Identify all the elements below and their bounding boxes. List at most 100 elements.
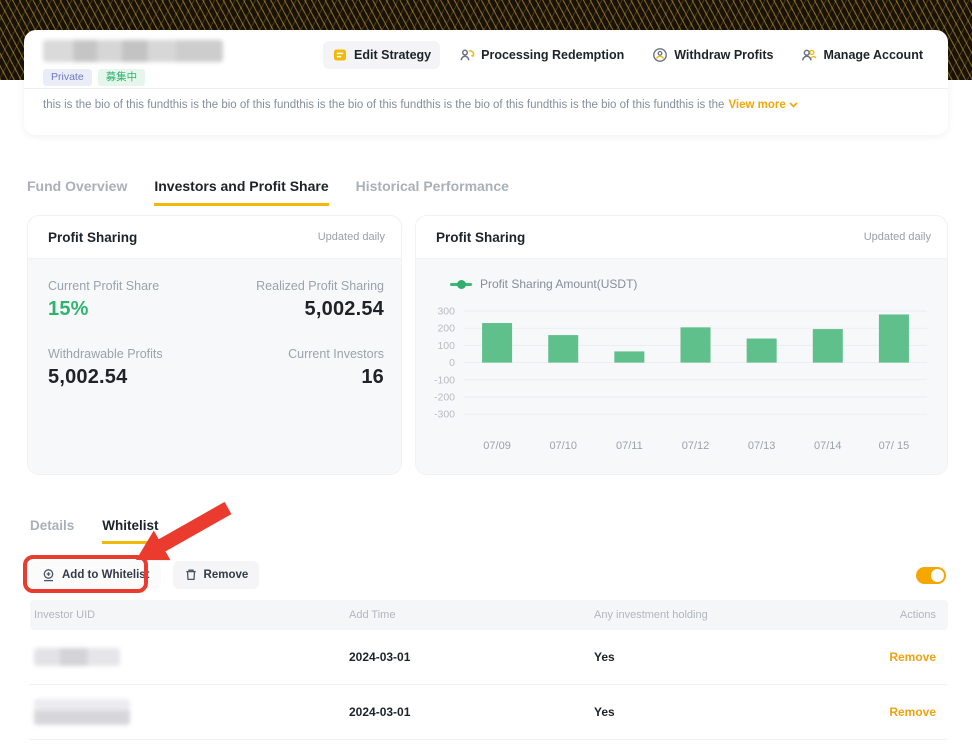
edit-strategy-label: Edit Strategy — [354, 48, 431, 62]
stats-card-body: Current Profit Share 15% Realized Profit… — [28, 258, 401, 475]
x-tick-label: 07/12 — [682, 440, 710, 452]
fund-name-redacted — [43, 40, 223, 62]
x-tick-label: 07/10 — [549, 440, 577, 452]
stat-withdrawable-profits: Withdrawable Profits 5,002.54 — [48, 347, 216, 389]
processing-redemption-button[interactable]: Processing Redemption — [450, 41, 633, 69]
profit-sharing-stats-card: Profit Sharing Updated daily Current Pro… — [27, 215, 402, 475]
y-tick-label: 300 — [437, 306, 455, 318]
y-tick-label: -300 — [434, 409, 455, 421]
holding-cell: Yes — [594, 705, 866, 719]
fund-bio-row: this is the bio of this fundthis is the … — [43, 99, 929, 111]
stats-card-updated: Updated daily — [318, 231, 385, 243]
trash-icon — [184, 568, 198, 582]
add-to-whitelist-icon — [41, 568, 56, 583]
stat-label: Current Investors — [216, 347, 384, 361]
edit-strategy-button[interactable]: Edit Strategy — [323, 41, 440, 69]
investor-uid-redacted — [34, 648, 349, 666]
remove-button-label: Remove — [204, 569, 249, 581]
add-time-cell: 2024-03-01 — [349, 650, 594, 664]
y-tick-label: -200 — [434, 392, 455, 404]
x-tick-label: 07/09 — [483, 440, 511, 452]
chart-card-updated: Updated daily — [864, 231, 931, 243]
chart-bar — [747, 339, 777, 363]
stat-label: Realized Profit Sharing — [216, 279, 384, 293]
private-badge: Private — [43, 69, 92, 86]
row-remove-link[interactable]: Remove — [889, 705, 936, 719]
stat-value: 5,002.54 — [216, 298, 384, 321]
stat-value: 15% — [48, 298, 216, 321]
chart-legend: Profit Sharing Amount(USDT) — [450, 277, 933, 291]
fund-badges: Private 募集中 — [43, 69, 145, 86]
tab-investors-profit-share[interactable]: Investors and Profit Share — [154, 178, 328, 206]
holding-cell: Yes — [594, 650, 866, 664]
whitelist-table: Investor UID Add Time Any investment hol… — [30, 600, 948, 740]
stat-label: Current Profit Share — [48, 279, 216, 293]
chart-card-title: Profit Sharing — [436, 230, 525, 245]
profit-sharing-bar-chart: 3002001000-100-200-30007/0907/1007/1107/… — [422, 301, 935, 453]
x-tick-label: 07/14 — [814, 440, 842, 452]
y-tick-label: 100 — [437, 340, 455, 352]
chart-bar — [614, 351, 644, 362]
legend-label: Profit Sharing Amount(USDT) — [480, 277, 637, 291]
stats-card-header: Profit Sharing Updated daily — [28, 216, 401, 258]
y-tick-label: -100 — [434, 374, 455, 386]
edit-strategy-icon — [332, 47, 348, 63]
chevron-down-icon — [789, 102, 798, 108]
chart-card-body: Profit Sharing Amount(USDT) 3002001000-1… — [416, 258, 947, 475]
chart-bar — [879, 314, 909, 362]
withdraw-profits-button[interactable]: Withdraw Profits — [643, 41, 782, 69]
manage-account-button[interactable]: Manage Account — [792, 41, 932, 69]
fund-actions: Edit Strategy Processing Redemption With… — [323, 41, 932, 69]
whitelist-toggle[interactable] — [916, 567, 946, 584]
view-more-link[interactable]: View more — [728, 99, 797, 111]
tab-whitelist[interactable]: Whitelist — [102, 518, 158, 544]
withdraw-profits-icon — [652, 47, 668, 63]
stat-value: 16 — [216, 366, 384, 389]
stat-realized-profit-sharing: Realized Profit Sharing 5,002.54 — [216, 279, 384, 321]
manage-account-label: Manage Account — [823, 48, 923, 62]
stat-current-profit-share: Current Profit Share 15% — [48, 279, 216, 321]
remove-button[interactable]: Remove — [173, 561, 260, 589]
whitelist-toolbar: Add to Whitelist Remove — [30, 560, 946, 590]
fund-card-divider — [24, 88, 948, 89]
table-header-row: Investor UID Add Time Any investment hol… — [30, 600, 948, 630]
chart-bar — [681, 327, 711, 362]
withdraw-profits-label: Withdraw Profits — [674, 48, 773, 62]
stats-card-title: Profit Sharing — [48, 230, 137, 245]
table-row: 2024-03-01 Yes Remove — [30, 685, 948, 740]
x-tick-label: 07/13 — [748, 440, 776, 452]
col-add-time: Add Time — [349, 609, 594, 621]
tab-details[interactable]: Details — [30, 518, 74, 544]
fund-header-card: Private 募集中 Edit Strategy Processing Red… — [24, 30, 948, 135]
processing-redemption-icon — [459, 47, 475, 63]
x-tick-label: 07/11 — [616, 440, 643, 452]
stat-label: Withdrawable Profits — [48, 347, 216, 361]
fund-management-page: Private 募集中 Edit Strategy Processing Red… — [0, 0, 972, 749]
x-tick-label: 07/ 15 — [879, 440, 910, 452]
processing-redemption-label: Processing Redemption — [481, 48, 624, 62]
row-remove-link[interactable]: Remove — [889, 650, 936, 664]
main-tabs: Fund Overview Investors and Profit Share… — [27, 178, 509, 206]
table-row: 2024-03-01 Yes Remove — [30, 630, 948, 685]
detail-tabs: Details Whitelist — [30, 518, 159, 544]
col-investment-holding: Any investment holding — [594, 609, 866, 621]
chart-bar — [482, 323, 512, 363]
toggle-knob — [931, 569, 944, 582]
recruiting-badge: 募集中 — [98, 69, 146, 86]
stat-value: 5,002.54 — [48, 366, 216, 389]
add-time-cell: 2024-03-01 — [349, 705, 594, 719]
legend-marker-icon — [450, 283, 472, 286]
manage-account-icon — [801, 47, 817, 63]
view-more-label: View more — [728, 99, 785, 111]
stat-current-investors: Current Investors 16 — [216, 347, 384, 389]
y-tick-label: 0 — [449, 357, 455, 369]
add-to-whitelist-label: Add to Whitelist — [62, 569, 150, 581]
col-actions: Actions — [866, 609, 936, 621]
tab-fund-overview[interactable]: Fund Overview — [27, 178, 127, 206]
investor-uid-redacted — [34, 699, 349, 725]
profit-sharing-chart-card: Profit Sharing Updated daily Profit Shar… — [415, 215, 948, 475]
add-to-whitelist-button[interactable]: Add to Whitelist — [30, 561, 161, 589]
chart-bar — [548, 335, 578, 363]
fund-bio-text: this is the bio of this fundthis is the … — [43, 99, 724, 111]
tab-historical-performance[interactable]: Historical Performance — [356, 178, 509, 206]
